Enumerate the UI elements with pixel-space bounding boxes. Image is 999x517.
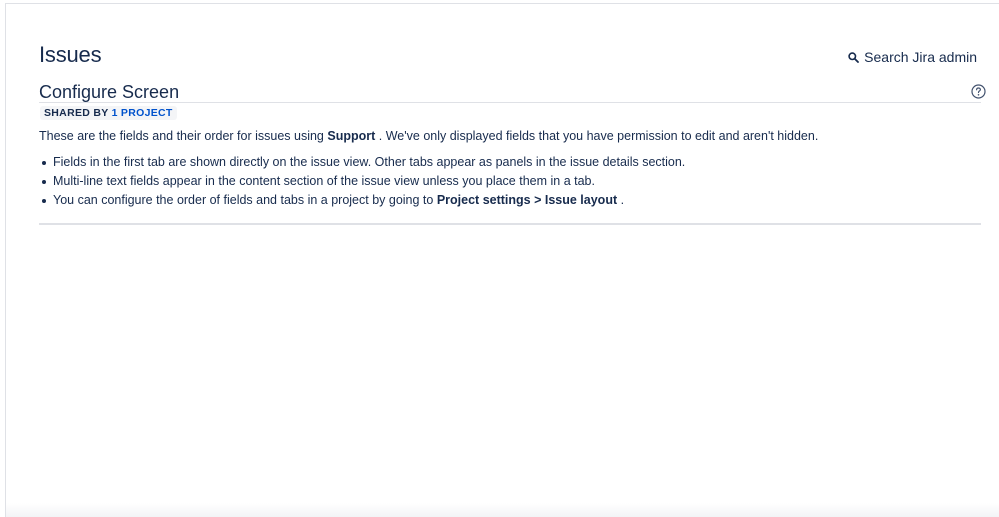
bottom-fade (6, 503, 999, 517)
list-item: Fields in the first tab are shown direct… (41, 154, 686, 173)
screen-header: Configure Screen (39, 82, 986, 103)
project-settings-path: Project settings > Issue layout (436, 193, 618, 207)
note-text: Fields in the first tab are shown direct… (53, 155, 686, 169)
list-item: Multi-line text fields appear in the con… (41, 173, 685, 192)
intro-after: . We've only displayed fields that you h… (378, 129, 819, 143)
help-icon[interactable] (971, 84, 986, 99)
intro-before: These are the fields and their order for… (39, 129, 324, 143)
section-divider (39, 223, 981, 225)
screen-title: Configure Screen (39, 82, 180, 102)
note-text: You can configure the order of fields an… (53, 193, 434, 207)
note-text-end: . (620, 193, 625, 207)
search-jira-admin-button[interactable]: Search Jira admin (848, 49, 977, 65)
notes-list: Fields in the first tab are shown direct… (39, 154, 685, 211)
list-item: You can configure the order of fields an… (41, 192, 685, 211)
search-icon (848, 51, 860, 63)
page-title: Issues (39, 42, 102, 67)
shared-projects-link[interactable]: 1 PROJECT (112, 107, 173, 119)
shared-by-badge: SHARED BY 1 PROJECT (40, 106, 177, 120)
issue-type-name: Support (327, 129, 376, 143)
note-text: Multi-line text fields appear in the con… (53, 174, 595, 188)
admin-page: Issues Search Jira admin Configure Scree… (5, 3, 999, 517)
intro-text: These are the fields and their order for… (39, 129, 818, 143)
shared-by-label: SHARED BY (44, 107, 109, 119)
search-jira-admin-label: Search Jira admin (864, 49, 977, 65)
